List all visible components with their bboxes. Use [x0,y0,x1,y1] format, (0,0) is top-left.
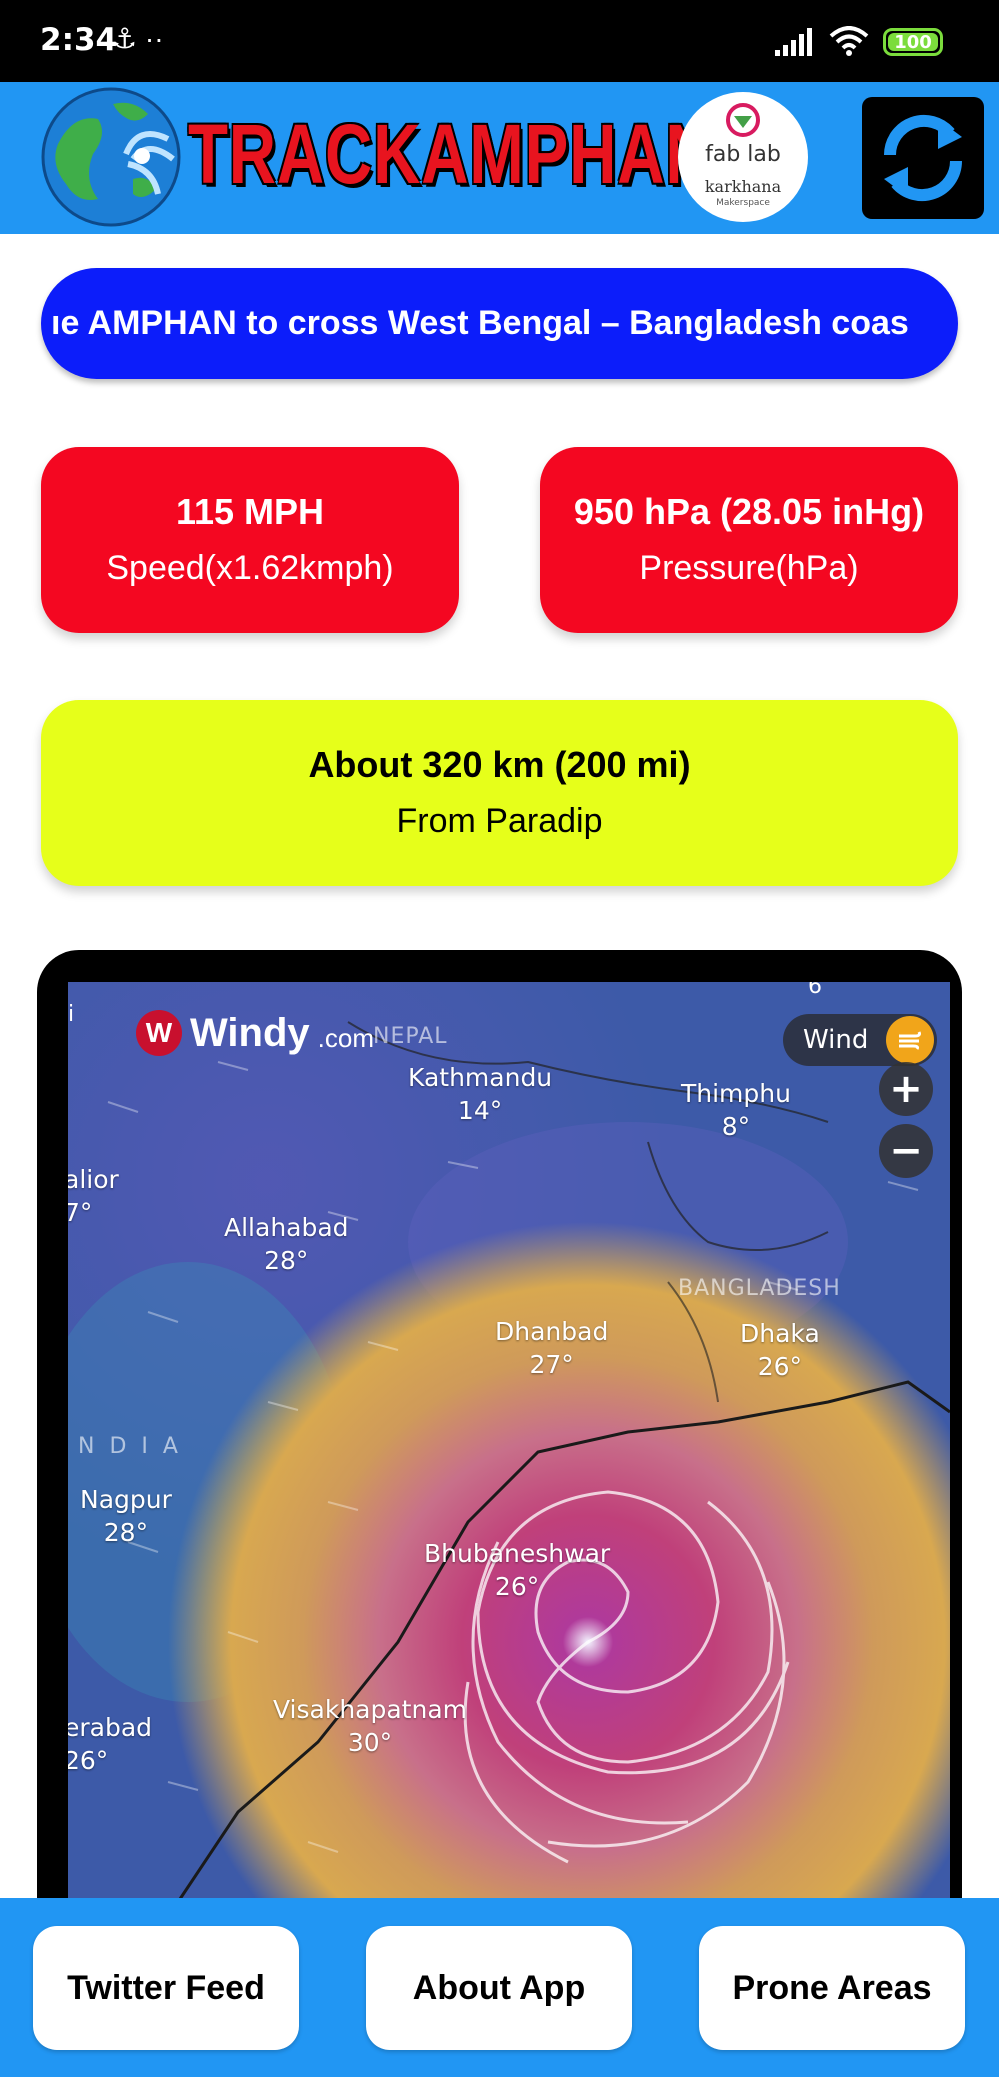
about-app-button[interactable]: About App [366,1926,632,2050]
windy-map[interactable]: W Windy .com NEPAL BANGLADESH N D I A i … [68,982,950,1982]
city-label-bhubaneshwar: Bhubaneshwar 26° [424,1538,610,1603]
city-name: erabad [68,1713,153,1742]
wind-icon [886,1016,934,1064]
prone-areas-button[interactable]: Prone Areas [699,1926,965,2050]
wind-map-graphic [68,982,950,1982]
city-temp: 27° [529,1349,574,1379]
distance-label: From Paradip [396,802,603,840]
city-temp: 30° [347,1727,393,1757]
city-temp: 28° [103,1517,149,1547]
city-name: Bhubaneshwar [424,1539,611,1568]
city-label-dhanbad: Dhanbad 27° [495,1316,608,1381]
status-right-icons: 100 [775,26,943,58]
city-temp: 14° [457,1095,503,1125]
city-name: alior [68,1165,119,1194]
zoom-out-button[interactable]: − [879,1124,933,1178]
notification-icons: ⚓ ·· [112,23,164,54]
city-name: Dhanbad [495,1317,609,1346]
region-nepal: NEPAL [373,1024,448,1049]
region-bangladesh: BANGLADESH [678,1276,841,1301]
city-label-erabad: erabad 26° [68,1712,152,1777]
fablab-logo-text: fab lab [705,142,781,167]
windy-brand[interactable]: W Windy .com [136,1010,374,1056]
refresh-icon [883,114,963,202]
city-name: Allahabad [224,1213,349,1242]
speed-label: Speed(x1.62kmph) [106,549,394,587]
city-temp: 8° [721,1111,751,1141]
fablab-logo: fab lab karkhana Makerspace [678,92,808,222]
city-label-nagpur: Nagpur 28° [80,1484,172,1549]
edge-label-i: i [68,1002,76,1027]
city-name: Thimphu [681,1079,791,1108]
city-temp: 26° [494,1571,540,1601]
city-label-dhaka: Dhaka 26° [740,1318,820,1383]
distance-card: About 320 km (200 mi) From Paradip [41,700,958,886]
region-india: N D I A [78,1434,182,1459]
city-label-alior: alior 7° [68,1164,119,1229]
wifi-icon [829,26,869,56]
edge-label-6: 6 [808,982,823,999]
ticker-text: ıe AMPHAN to cross West Bengal – Banglad… [51,304,909,342]
city-name: Visakhapatnam [273,1695,467,1724]
twitter-feed-button[interactable]: Twitter Feed [33,1926,299,2050]
windy-brand-domain: .com [317,1022,374,1053]
news-ticker: ıe AMPHAN to cross West Bengal – Banglad… [41,268,958,379]
app-title: TRACKAMPHAN [188,107,714,201]
city-label-kathmandu: Kathmandu 14° [408,1062,552,1127]
signal-icon [775,28,812,56]
battery-level: 100 [894,31,932,53]
makerspace-logo-text: Makerspace [716,198,770,208]
pressure-card: 950 hPa (28.05 inHg) Pressure(hPa) [540,447,958,633]
city-temp: 26° [757,1351,803,1381]
city-label-allahabad: Allahabad 28° [224,1212,349,1277]
battery-icon: 100 [883,28,943,56]
pressure-label: Pressure(hPa) [639,549,859,587]
speed-value: 115 MPH [175,491,325,532]
status-bar: 2:34 ⚓ ·· 100 [0,0,999,82]
city-label-visakhapatnam: Visakhapatnam 30° [273,1694,467,1759]
city-temp: 7° [68,1197,93,1227]
karkhana-logo-text: karkhana [704,177,782,196]
distance-value: About 320 km (200 mi) [308,744,691,785]
city-temp: 28° [264,1245,309,1275]
app-header: TRACKAMPHAN fab lab karkhana Makerspace [0,82,999,234]
city-temp: 26° [68,1745,109,1775]
status-time: 2:34 [40,22,118,58]
bottom-navigation: Twitter Feed About App Prone Areas [0,1898,999,2077]
windy-brand-name: Windy [190,1010,310,1055]
windy-logo-icon: W [136,1010,182,1056]
wind-layer-label: Wind [803,1025,869,1055]
globe-cyclone-logo [41,87,181,227]
city-name: Kathmandu [408,1063,553,1092]
pressure-value: 950 hPa (28.05 inHg) [573,491,925,532]
refresh-button[interactable] [862,97,984,219]
zoom-in-button[interactable]: + [879,1062,933,1116]
city-name: Dhaka [740,1319,820,1348]
city-label-thimphu: Thimphu 8° [681,1078,791,1143]
wind-layer-button[interactable]: Wind [783,1014,937,1066]
speed-card: 115 MPH Speed(x1.62kmph) [41,447,459,633]
city-name: Nagpur [80,1485,172,1514]
